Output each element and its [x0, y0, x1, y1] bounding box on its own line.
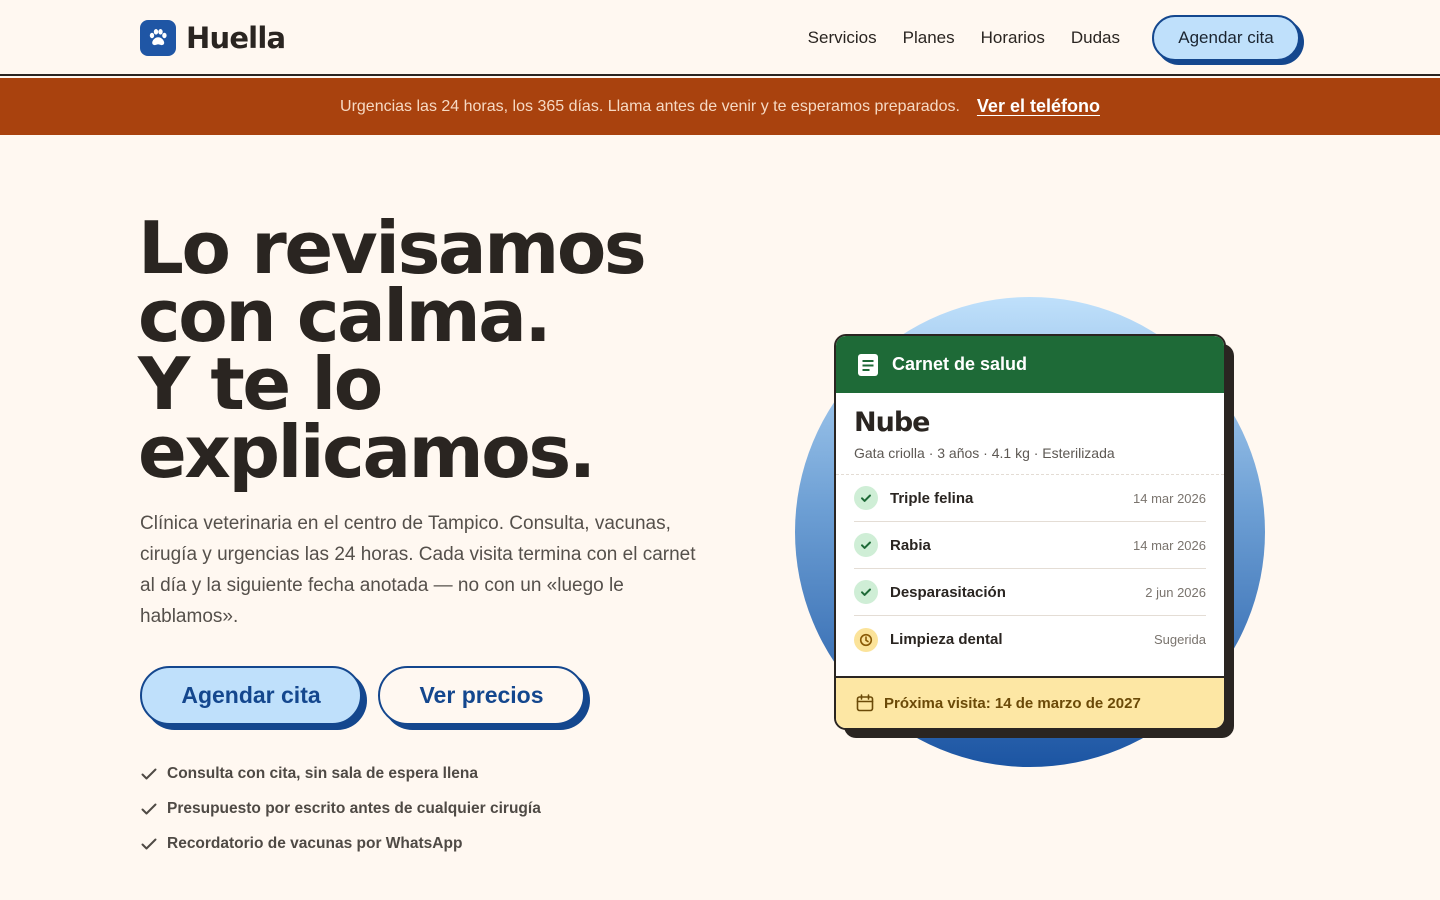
check-icon — [854, 580, 878, 604]
clock-icon — [854, 627, 878, 652]
nav-link-horarios[interactable]: Horarios — [981, 15, 1045, 61]
health-record-card: Carnet de salud Nube Gata criolla · 3 añ… — [834, 334, 1226, 730]
view-prices-button[interactable]: Ver precios — [378, 666, 585, 725]
feature-list: Consulta con cita, sin sala de espera ll… — [140, 756, 541, 861]
list-item: Rabia 14 mar 2026 — [854, 522, 1206, 569]
record-date: 14 mar 2026 — [1133, 537, 1206, 553]
check-icon — [141, 838, 157, 849]
hero-title: Lo revisamos con calma. Y te lo explicam… — [138, 206, 758, 494]
hero-title-line-2: con calma. — [138, 274, 552, 358]
next-visit-text: Próxima visita: 14 de marzo de 2027 — [884, 694, 1141, 712]
check-icon — [854, 486, 878, 510]
nav-link-planes[interactable]: Planes — [903, 15, 955, 61]
hero-title-line-3: Y te lo — [138, 342, 383, 426]
check-icon — [854, 533, 878, 557]
header-schedule-button[interactable]: Agendar cita — [1152, 15, 1300, 61]
main-nav: Servicios Planes Horarios Dudas Agendar … — [808, 15, 1300, 61]
list-item: Desparasitación 2 jun 2026 — [854, 569, 1206, 616]
document-icon — [858, 353, 878, 376]
brand-name: Huella — [186, 21, 286, 55]
list-item: Presupuesto por escrito antes de cualqui… — [140, 791, 541, 826]
card-header: Carnet de salud — [836, 336, 1224, 393]
card-title: Carnet de salud — [892, 354, 1028, 374]
nav-link-dudas[interactable]: Dudas — [1071, 15, 1120, 61]
record-date: 14 mar 2026 — [1133, 490, 1206, 506]
record-name: Rabia — [890, 536, 931, 554]
feature-text: Recordatorio de vacunas por WhatsApp — [167, 834, 463, 852]
record-date: 2 jun 2026 — [1145, 584, 1206, 600]
list-item: Limpieza dental Sugerida — [854, 616, 1206, 663]
hero-title-line-4: explicamos. — [138, 410, 596, 494]
list-item: Triple felina 14 mar 2026 — [854, 475, 1206, 522]
records-list: Triple felina 14 mar 2026 Rabia 14 mar 2… — [836, 475, 1224, 663]
next-visit-bar: Próxima visita: 14 de marzo de 2027 — [836, 676, 1224, 728]
paw-icon — [140, 20, 176, 56]
schedule-appointment-button[interactable]: Agendar cita — [140, 666, 362, 725]
brand-logo[interactable]: Huella — [140, 20, 286, 56]
feature-text: Presupuesto por escrito antes de cualqui… — [167, 799, 541, 817]
hero-description: Clínica veterinaria en el centro de Tamp… — [140, 513, 696, 627]
pet-info: Nube Gata criolla · 3 años · 4.1 kg · Es… — [836, 393, 1224, 475]
record-name: Limpieza dental — [890, 631, 1003, 648]
nav-link-servicios[interactable]: Servicios — [808, 15, 877, 61]
list-item: Recordatorio de vacunas por WhatsApp — [140, 826, 541, 861]
record-name: Desparasitación — [890, 583, 1006, 601]
view-phone-link[interactable]: Ver el teléfono — [977, 96, 1100, 117]
check-icon — [141, 768, 157, 779]
site-header: Huella Servicios Planes Horarios Dudas A… — [0, 0, 1440, 76]
banner-text: Urgencias las 24 horas, los 365 días. Ll… — [340, 97, 960, 115]
calendar-icon — [856, 694, 874, 712]
pet-meta: Gata criolla · 3 años · 4.1 kg · Esteril… — [854, 445, 1115, 461]
emergency-banner: Urgencias las 24 horas, los 365 días. Ll… — [0, 78, 1440, 135]
hero-title-line-1: Lo revisamos — [138, 206, 647, 290]
record-date: Sugerida — [1153, 632, 1206, 647]
pet-name: Nube — [854, 407, 930, 438]
list-item: Consulta con cita, sin sala de espera ll… — [140, 756, 541, 791]
check-icon — [141, 803, 157, 814]
feature-text: Consulta con cita, sin sala de espera ll… — [167, 764, 478, 782]
record-name: Triple felina — [890, 489, 974, 507]
